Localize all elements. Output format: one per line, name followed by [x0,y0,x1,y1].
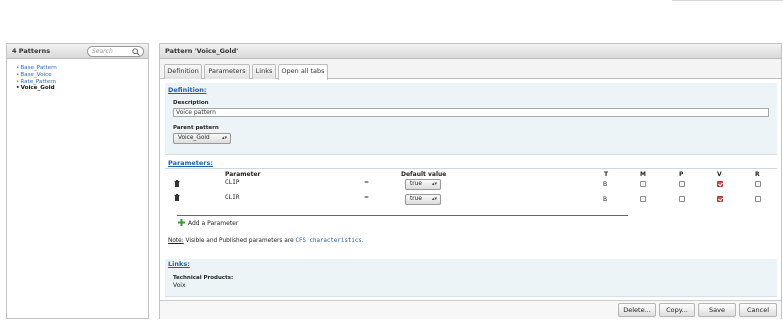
col-t: T [604,171,609,178]
tabs-bar: Definition Parameters Links Open all tab… [160,59,781,80]
pattern-title: Pattern 'Voice_Gold' [165,47,239,55]
param-type-clip: B [603,181,608,188]
patterns-panel: 4 Patterns •Base_Pattern •Base_Voice •Ra… [6,43,149,319]
pattern-item-rate-pattern[interactable]: •Rate_Pattern [16,79,148,86]
checkbox-p-clip[interactable] [679,181,685,187]
pattern-detail-header: Pattern 'Voice_Gold' [160,44,781,59]
col-default-value: Default value [401,171,447,178]
add-icon [178,219,185,226]
save-button[interactable]: Save [698,303,736,317]
checkbox-v-clip[interactable] [717,181,723,187]
description-field[interactable]: Voice pattern [173,108,769,117]
parameters-separator [177,215,628,216]
search-box[interactable] [87,46,144,57]
parent-pattern-label: Parent pattern [173,125,219,131]
select-arrows-icon: ▴▾ [431,196,437,202]
cancel-button[interactable]: Cancel [739,303,777,317]
description-label: Description [173,100,209,106]
add-parameter-button[interactable]: Add a Parameter [178,219,238,227]
equals-sign: = [364,179,370,186]
tab-links[interactable]: Links [252,64,276,79]
equals-sign: = [364,194,370,201]
col-v: V [717,171,722,178]
checkbox-v-clir[interactable] [717,196,723,202]
patterns-count-title: 4 Patterns [12,47,51,55]
default-value-select-clip[interactable]: true ▴▾ [405,179,441,190]
pattern-detail-panel: Pattern 'Voice_Gold' Definition Paramete… [159,43,782,319]
col-parameter: Parameter [225,171,261,178]
links-heading[interactable]: Links: [168,260,190,268]
parameters-heading[interactable]: Parameters: [168,159,213,167]
col-m: M [640,171,646,178]
col-p: P [679,171,684,178]
parameters-section: Parameters: Parameter Default value T M … [165,159,777,257]
links-section: Links: Technical Products: Voix [165,259,777,297]
delete-button[interactable]: Delete... [618,303,656,317]
parameters-divider [165,168,777,169]
parent-pattern-select[interactable]: Voice_Gold ▴▾ [173,133,231,144]
cfs-characteristics-link[interactable]: CFS characteristics [296,238,362,244]
search-input[interactable] [92,47,130,56]
tab-definition[interactable]: Definition [164,64,202,79]
definition-section: Definition: Description Voice pattern Pa… [165,83,777,155]
definition-heading[interactable]: Definition: [168,86,207,94]
technical-products-value: Voix [173,282,186,289]
pattern-item-base-pattern[interactable]: •Base_Pattern [16,65,148,72]
pattern-item-base-voice[interactable]: •Base_Voice [16,72,148,79]
tab-parameters[interactable]: Parameters [204,64,250,79]
pattern-list: •Base_Pattern •Base_Voice •Rate_Pattern … [7,59,148,92]
trash-icon[interactable] [174,194,180,201]
checkbox-m-clip[interactable] [640,181,646,187]
default-value-select-clir[interactable]: true ▴▾ [405,194,441,205]
select-arrows-icon: ▴▾ [221,135,227,141]
patterns-panel-header: 4 Patterns [7,44,148,59]
col-r: R [755,171,760,178]
technical-products-label: Technical Products: [173,275,234,281]
tab-open-all-tabs[interactable]: Open all tabs [278,64,328,80]
checkbox-r-clip[interactable] [755,181,761,187]
checkbox-m-clir[interactable] [640,196,646,202]
trash-icon[interactable] [174,180,180,187]
checkbox-r-clir[interactable] [755,196,761,202]
param-name-clir: CLIR [225,194,240,201]
checkbox-p-clir[interactable] [679,196,685,202]
param-type-clir: B [603,196,608,203]
param-name-clip: CLIP [225,179,240,186]
pattern-item-voice-gold[interactable]: •Voice_Gold [16,85,148,92]
search-icon[interactable] [132,48,140,56]
action-footer: Delete... Copy... Save Cancel [160,300,781,319]
top-divider [672,0,783,1]
parameters-note: Note: Visible and Published parameters a… [168,238,364,244]
copy-button[interactable]: Copy... [659,303,695,317]
select-arrows-icon: ▴▾ [431,181,437,187]
